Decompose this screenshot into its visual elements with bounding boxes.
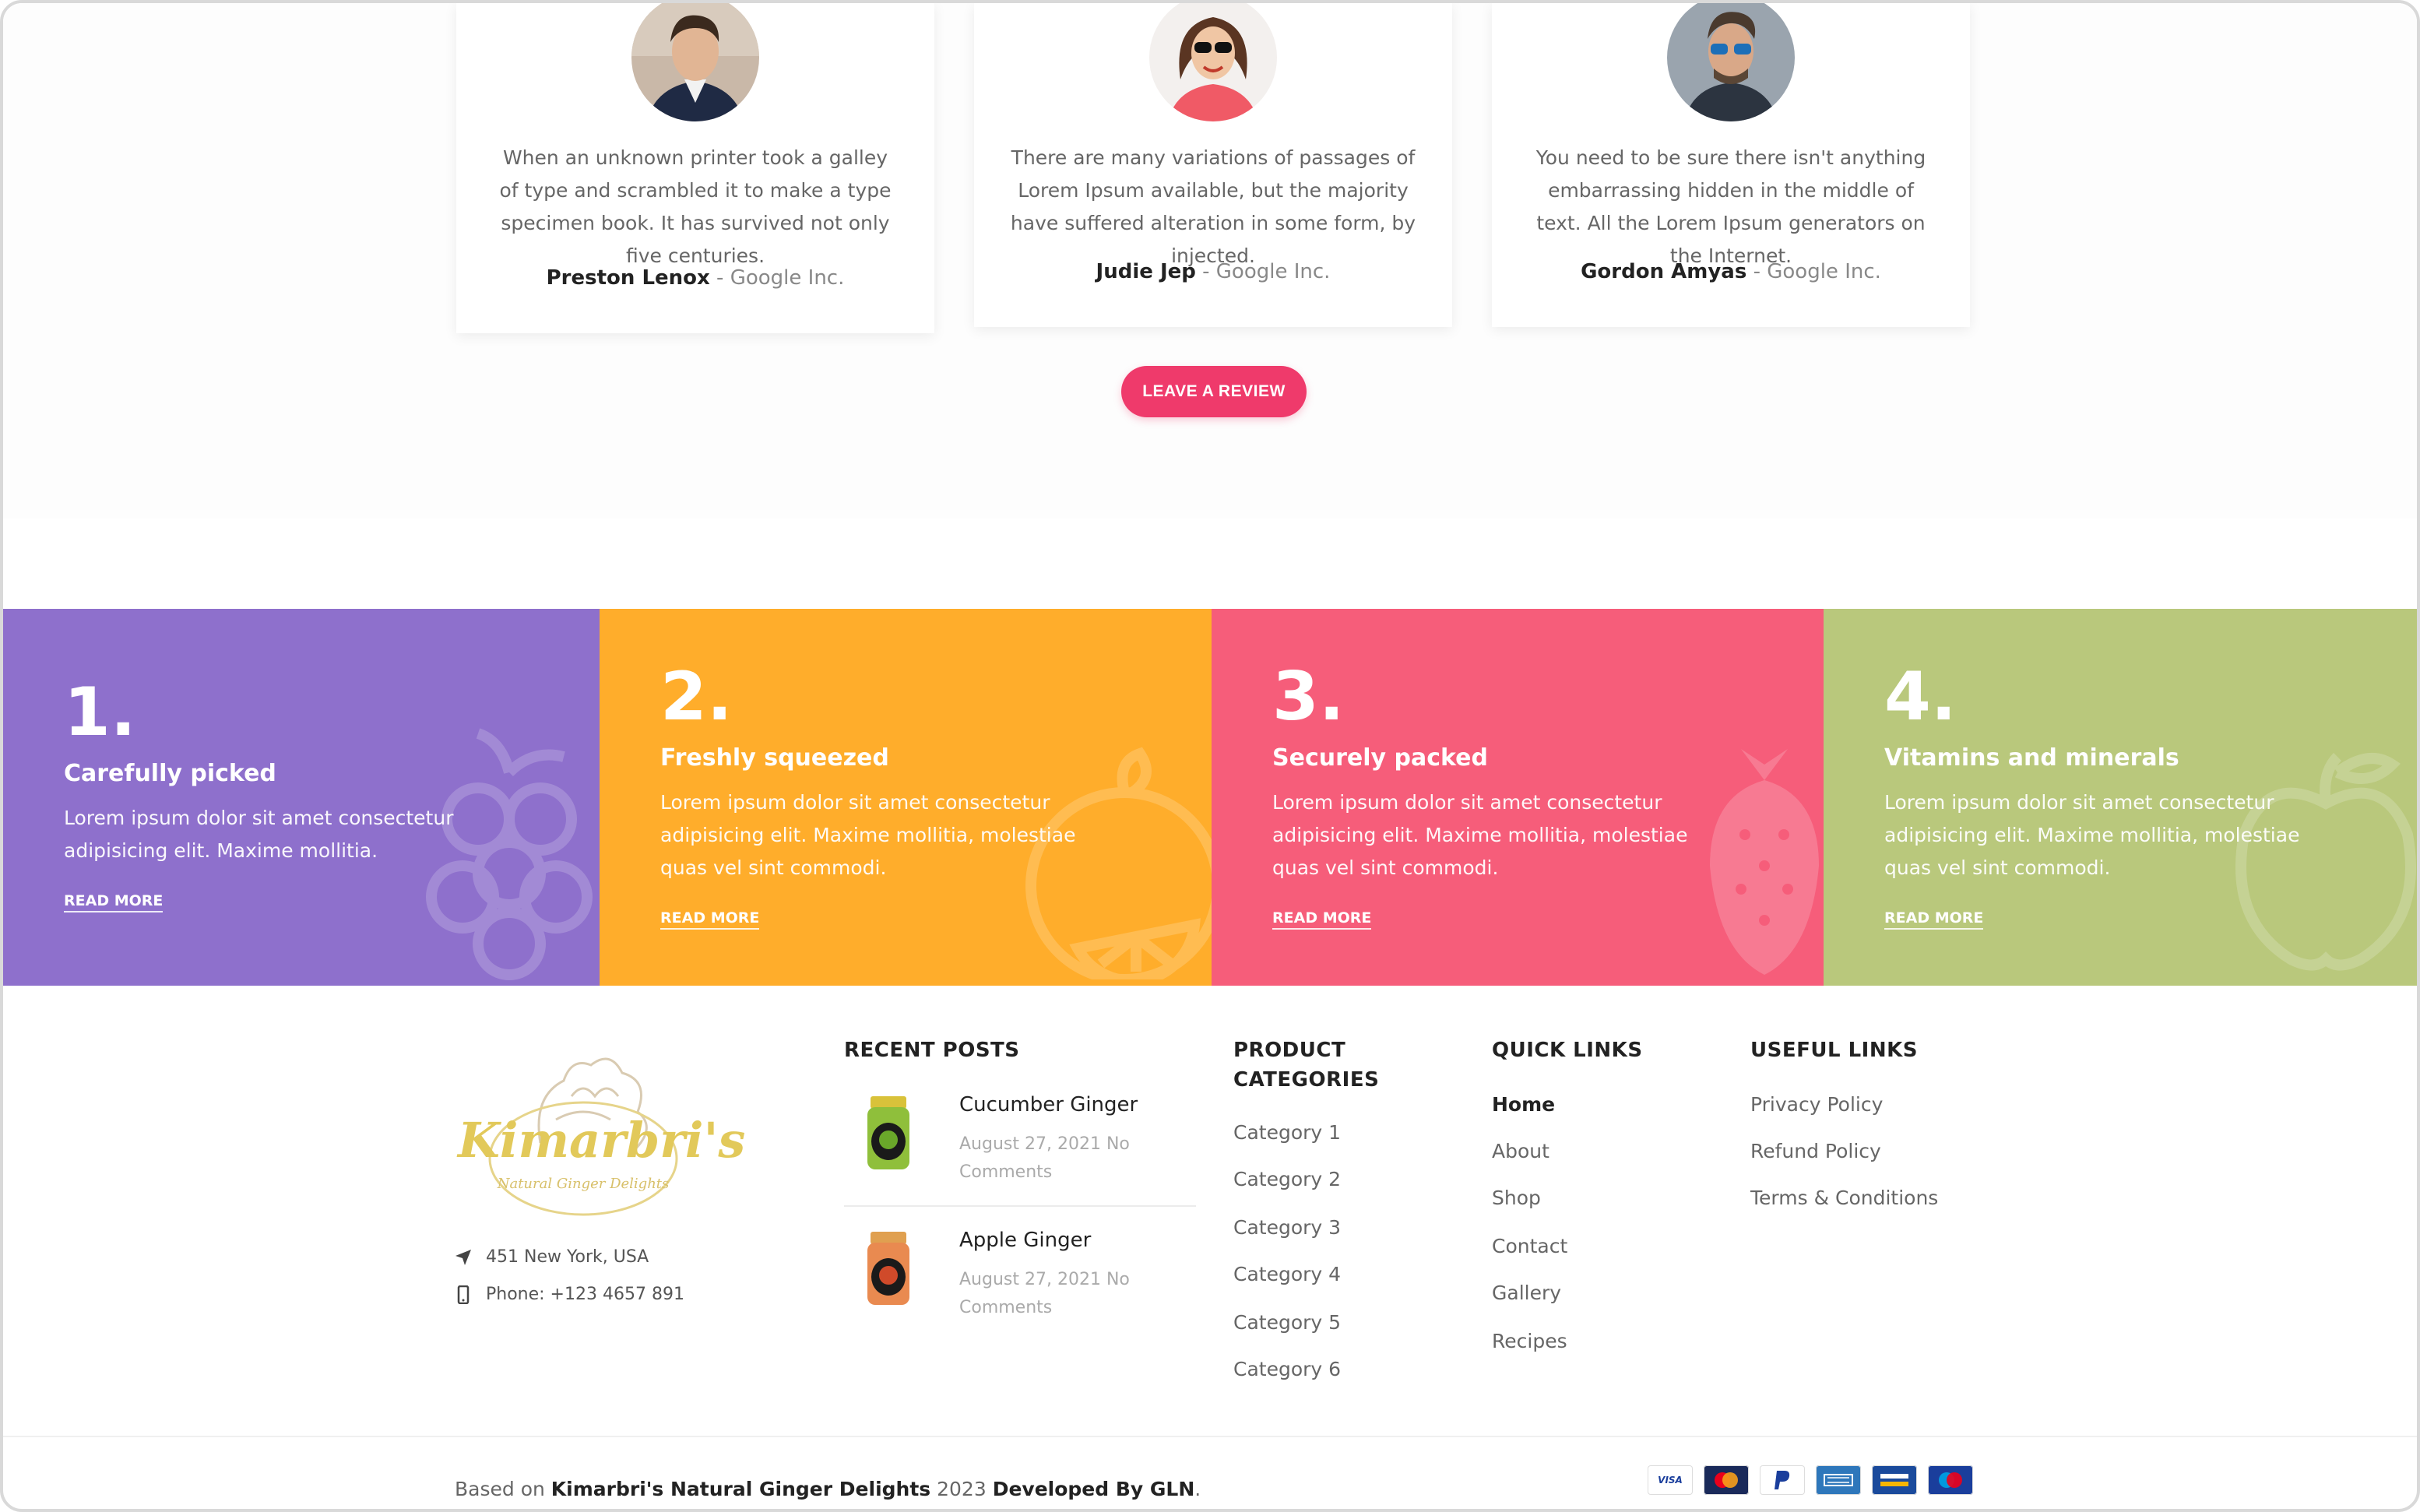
testimonial-card: When an unknown printer took a galley of… [456,3,934,333]
author-company: - Google Inc. [1746,260,1881,283]
copyright-text: Based on Kimarbri's Natural Ginger Delig… [455,1478,1201,1500]
ginger-jar-thumbnail [867,1232,909,1305]
post-meta: August 27, 2021 No Comments [959,1270,1130,1317]
developer-link[interactable]: Developed By GLN [993,1478,1195,1500]
feature-title: Vitamins and minerals [1884,744,2179,772]
logo-tagline: Natural Ginger Delights [497,1176,670,1192]
payment-methods: VISA [1648,1465,1973,1495]
category-link[interactable]: Category 4 [1233,1263,1341,1285]
copyright-prefix: Based on [455,1478,551,1500]
read-more-link[interactable]: READ MORE [64,892,164,912]
category-link[interactable]: Category 3 [1233,1216,1341,1239]
testimonial-author: Judie Jep - Google Inc. [974,260,1452,283]
quick-link-gallery[interactable]: Gallery [1492,1282,1561,1304]
avatar [631,3,759,121]
phone-text: Phone: +123 4657 891 [486,1285,684,1304]
useful-links-heading: USEFUL LINKS [1750,1039,1918,1062]
footer-logo[interactable]: Kimarbri's Natural Ginger Delights [455,1050,746,1221]
useful-link-refund[interactable]: Refund Policy [1750,1140,1881,1162]
quick-link-shop[interactable]: Shop [1492,1187,1541,1209]
author-name: Preston Lenox [546,266,710,290]
useful-link-privacy[interactable]: Privacy Policy [1750,1093,1883,1116]
feature-text: Lorem ipsum dolor sit amet consectetur a… [1884,791,2300,879]
read-more-link[interactable]: READ MORE [1272,909,1372,930]
amex-icon [1816,1465,1861,1495]
avatar [1149,3,1277,121]
address-line: 451 New York, USA [455,1247,649,1267]
testimonial-author: Gordon Amyas - Google Inc. [1492,260,1970,283]
testimonial-card: There are many variations of passages of… [974,3,1452,327]
leave-review-button[interactable]: LEAVE A REVIEW [1121,366,1307,417]
author-name: Judie Jep [1096,260,1196,283]
quick-link-home[interactable]: Home [1492,1093,1555,1116]
copyright-year: 2023 [930,1478,993,1500]
copyright-brand-link[interactable]: Kimarbri's Natural Ginger Delights [551,1478,930,1500]
feature-block-4: 4. Vitamins and minerals Lorem ipsum dol… [1824,609,2417,986]
author-company: - Google Inc. [709,266,845,290]
recent-post-item[interactable]: Cucumber Ginger August 27, 2021 No Comme… [844,1093,1196,1207]
author-name: Gordon Amyas [1581,260,1747,283]
testimonials-section: When an unknown printer took a galley of… [3,3,2417,519]
maestro-icon [1928,1465,1973,1495]
feature-title: Carefully picked [64,760,276,787]
testimonial-quote: There are many variations of passages of… [1010,146,1416,267]
testimonial-quote: When an unknown printer took a galley of… [499,146,892,267]
phone-line: Phone: +123 4657 891 [455,1285,684,1304]
address-text: 451 New York, USA [486,1247,649,1267]
visa-electron-icon [1872,1465,1917,1495]
quick-link-about[interactable]: About [1492,1140,1549,1162]
useful-link-terms[interactable]: Terms & Conditions [1750,1187,1938,1209]
feature-text: Lorem ipsum dolor sit amet consectetur a… [660,791,1076,879]
feature-text: Lorem ipsum dolor sit amet consectetur a… [64,807,454,862]
quick-link-recipes[interactable]: Recipes [1492,1330,1567,1352]
avatar [1667,3,1795,121]
feature-block-2: 2. Freshly squeezed Lorem ipsum dolor si… [600,609,1212,986]
category-link[interactable]: Category 2 [1233,1168,1341,1190]
feature-text: Lorem ipsum dolor sit amet consectetur a… [1272,791,1688,879]
feature-number: 2. [660,658,733,736]
ginger-jar-thumbnail [867,1096,909,1169]
recent-post-item[interactable]: Apple Ginger August 27, 2021 No Comments [844,1229,1196,1342]
read-more-link[interactable]: READ MORE [1884,909,1984,930]
category-link[interactable]: Category 1 [1233,1121,1341,1144]
feature-number: 3. [1272,658,1345,736]
feature-number: 1. [64,673,136,751]
category-link[interactable]: Category 6 [1233,1358,1341,1380]
read-more-link[interactable]: READ MORE [660,909,760,930]
testimonial-author: Preston Lenox - Google Inc. [456,266,934,290]
quick-link-contact[interactable]: Contact [1492,1235,1567,1257]
feature-block-3: 3. Securely packed Lorem ipsum dolor sit… [1212,609,1824,986]
post-title[interactable]: Apple Ginger [959,1229,1091,1252]
feature-title: Freshly squeezed [660,744,889,772]
quick-links-heading: QUICK LINKS [1492,1039,1643,1062]
mobile-phone-icon [457,1285,470,1304]
product-categories-heading: PRODUCT CATEGORIES [1233,1039,1380,1092]
location-arrow-icon [456,1249,471,1265]
paypal-icon [1760,1465,1805,1495]
post-title[interactable]: Cucumber Ginger [959,1093,1138,1116]
post-divider [844,1205,1196,1207]
feature-block-1: 1. Carefully picked Lorem ipsum dolor si… [3,609,600,986]
footer-bottom-bar: Based on Kimarbri's Natural Ginger Delig… [3,1436,2417,1509]
mastercard-icon [1704,1465,1749,1495]
feature-number: 4. [1884,658,1957,736]
visa-icon: VISA [1648,1465,1693,1495]
testimonial-quote: You need to be sure there isn't anything… [1535,146,1926,267]
category-link[interactable]: Category 5 [1233,1311,1341,1334]
logo-wordmark: Kimarbri's [458,1112,746,1169]
browser-viewport: When an unknown printer took a galley of… [0,0,2420,1512]
post-meta: August 27, 2021 No Comments [959,1134,1130,1182]
author-company: - Google Inc. [1195,260,1331,283]
testimonial-card: You need to be sure there isn't anything… [1492,3,1970,327]
copyright-suffix: . [1194,1478,1201,1500]
feature-title: Securely packed [1272,744,1488,772]
recent-posts-heading: RECENT POSTS [844,1039,1020,1062]
